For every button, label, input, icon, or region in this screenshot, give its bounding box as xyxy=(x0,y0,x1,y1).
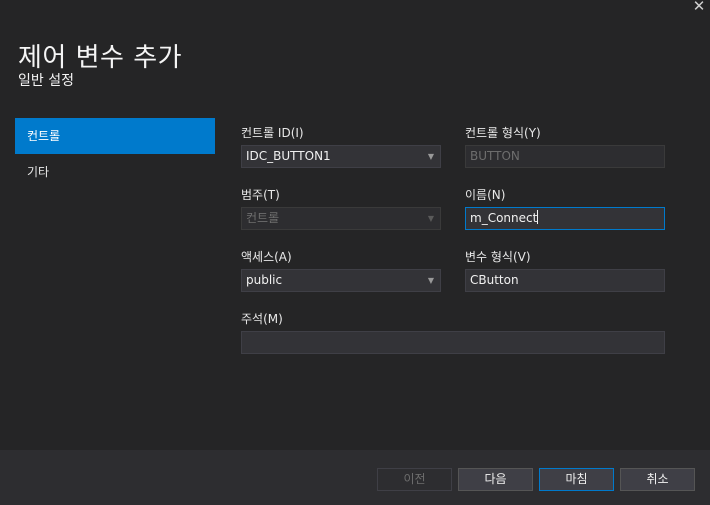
cancel-button[interactable]: 취소 xyxy=(620,468,695,491)
finish-button[interactable]: 마침 xyxy=(539,468,614,491)
chevron-down-icon: ▼ xyxy=(427,152,435,161)
control-id-label: 컨트롤 ID(I) xyxy=(241,126,304,140)
chevron-down-icon: ▼ xyxy=(427,276,435,285)
control-type-label: 컨트롤 형식(Y) xyxy=(465,126,541,140)
variable-type-value: CButton xyxy=(470,273,519,287)
sidebar-item-other[interactable]: 기타 xyxy=(15,154,215,190)
chevron-down-icon: ▼ xyxy=(427,214,435,223)
control-type-value: BUTTON xyxy=(470,149,520,163)
text-cursor xyxy=(537,210,539,224)
sidebar-nav: 컨트롤 기타 xyxy=(15,118,215,190)
access-label: 액세스(A) xyxy=(241,250,292,264)
dialog-title: 제어 변수 추가 xyxy=(18,43,183,73)
name-label: 이름(N) xyxy=(465,188,506,202)
comment-label: 주석(M) xyxy=(241,312,283,326)
access-value: public xyxy=(246,273,283,287)
sidebar-item-control[interactable]: 컨트롤 xyxy=(15,118,215,154)
control-type-field: BUTTON xyxy=(465,145,665,168)
close-icon[interactable]: ✕ xyxy=(690,0,708,15)
access-dropdown[interactable]: public ▼ xyxy=(241,269,441,292)
name-input[interactable]: m_Connect xyxy=(465,207,665,230)
control-id-dropdown[interactable]: IDC_BUTTON1 ▼ xyxy=(241,145,441,168)
control-id-value: IDC_BUTTON1 xyxy=(246,149,331,163)
category-label: 범주(T) xyxy=(241,188,280,202)
next-button[interactable]: 다음 xyxy=(458,468,533,491)
name-value: m_Connect xyxy=(470,211,538,225)
comment-input[interactable] xyxy=(241,331,665,354)
prev-button: 이전 xyxy=(377,468,452,491)
variable-type-input[interactable]: CButton xyxy=(465,269,665,292)
category-value: 컨트롤 xyxy=(246,211,280,225)
dialog-subtitle: 일반 설정 xyxy=(18,73,74,89)
category-dropdown: 컨트롤 ▼ xyxy=(241,207,441,230)
variable-type-label: 변수 형식(V) xyxy=(465,250,531,264)
